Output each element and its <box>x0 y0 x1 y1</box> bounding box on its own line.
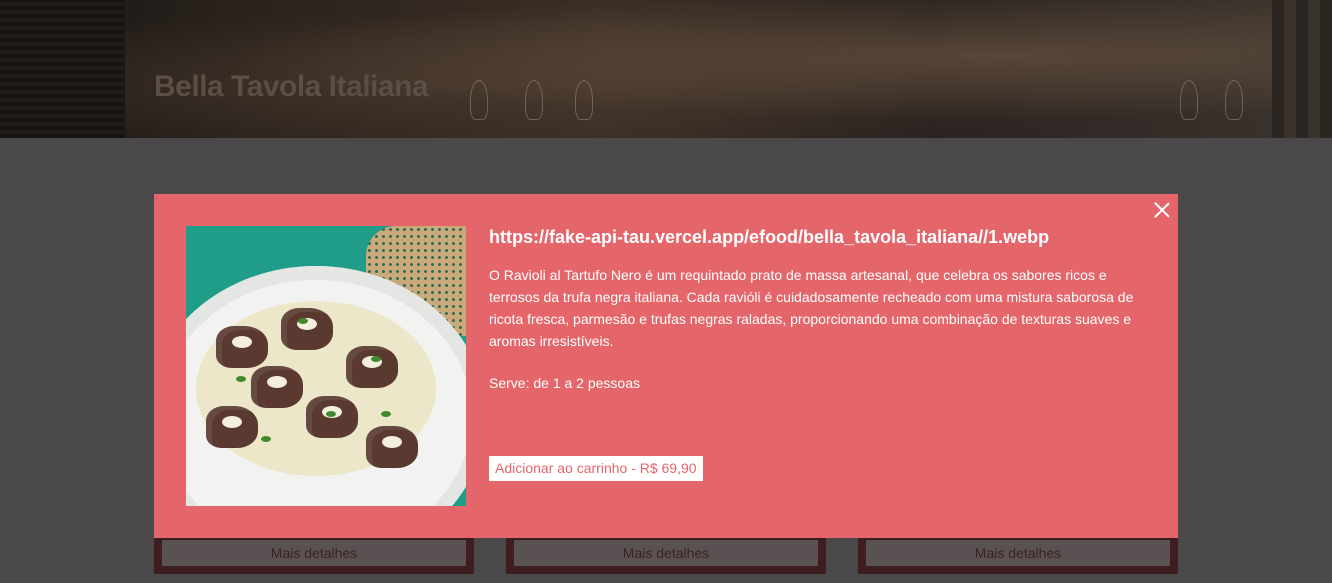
ravioli <box>251 366 303 408</box>
wine-glass-image <box>575 80 593 120</box>
ravioli <box>306 396 358 438</box>
herb-garnish <box>326 411 336 417</box>
close-icon[interactable] <box>1154 202 1170 218</box>
wine-glass-image <box>525 80 543 120</box>
hero-wall-right <box>1272 0 1332 138</box>
herb-garnish <box>261 436 271 442</box>
ravioli <box>206 406 258 448</box>
wine-glass-image <box>470 80 488 120</box>
ravioli <box>346 346 398 388</box>
modal-description: O Ravioli al Tartufo Nero é um requintad… <box>489 267 1134 349</box>
hero-wall-left <box>0 0 125 138</box>
herb-garnish <box>371 356 381 362</box>
serves-info: Serve: de 1 a 2 pessoas <box>489 375 640 391</box>
restaurant-title: Bella Tavola Italiana <box>154 70 429 103</box>
ravioli <box>281 308 333 350</box>
product-card: Mais detalhes <box>506 538 826 574</box>
product-card: Mais detalhes <box>858 538 1178 574</box>
herb-garnish <box>298 318 308 324</box>
hero-banner: Bella Tavola Italiana <box>0 0 1332 138</box>
more-details-button[interactable]: Mais detalhes <box>162 540 466 566</box>
ravioli <box>366 426 418 468</box>
herb-garnish <box>236 376 246 382</box>
wine-glass-image <box>1180 80 1198 120</box>
more-details-button[interactable]: Mais detalhes <box>514 540 818 566</box>
add-to-cart-button[interactable]: Adicionar ao carrinho - R$ 69,90 <box>489 456 703 481</box>
ravioli <box>216 326 268 368</box>
herb-garnish <box>381 411 391 417</box>
product-card: Mais detalhes <box>154 538 474 574</box>
dish-image <box>186 226 466 506</box>
modal-title: https://fake-api-tau.vercel.app/efood/be… <box>489 227 1050 247</box>
product-modal: https://fake-api-tau.vercel.app/efood/be… <box>154 194 1178 538</box>
more-details-button[interactable]: Mais detalhes <box>866 540 1170 566</box>
wine-glass-image <box>1225 80 1243 120</box>
